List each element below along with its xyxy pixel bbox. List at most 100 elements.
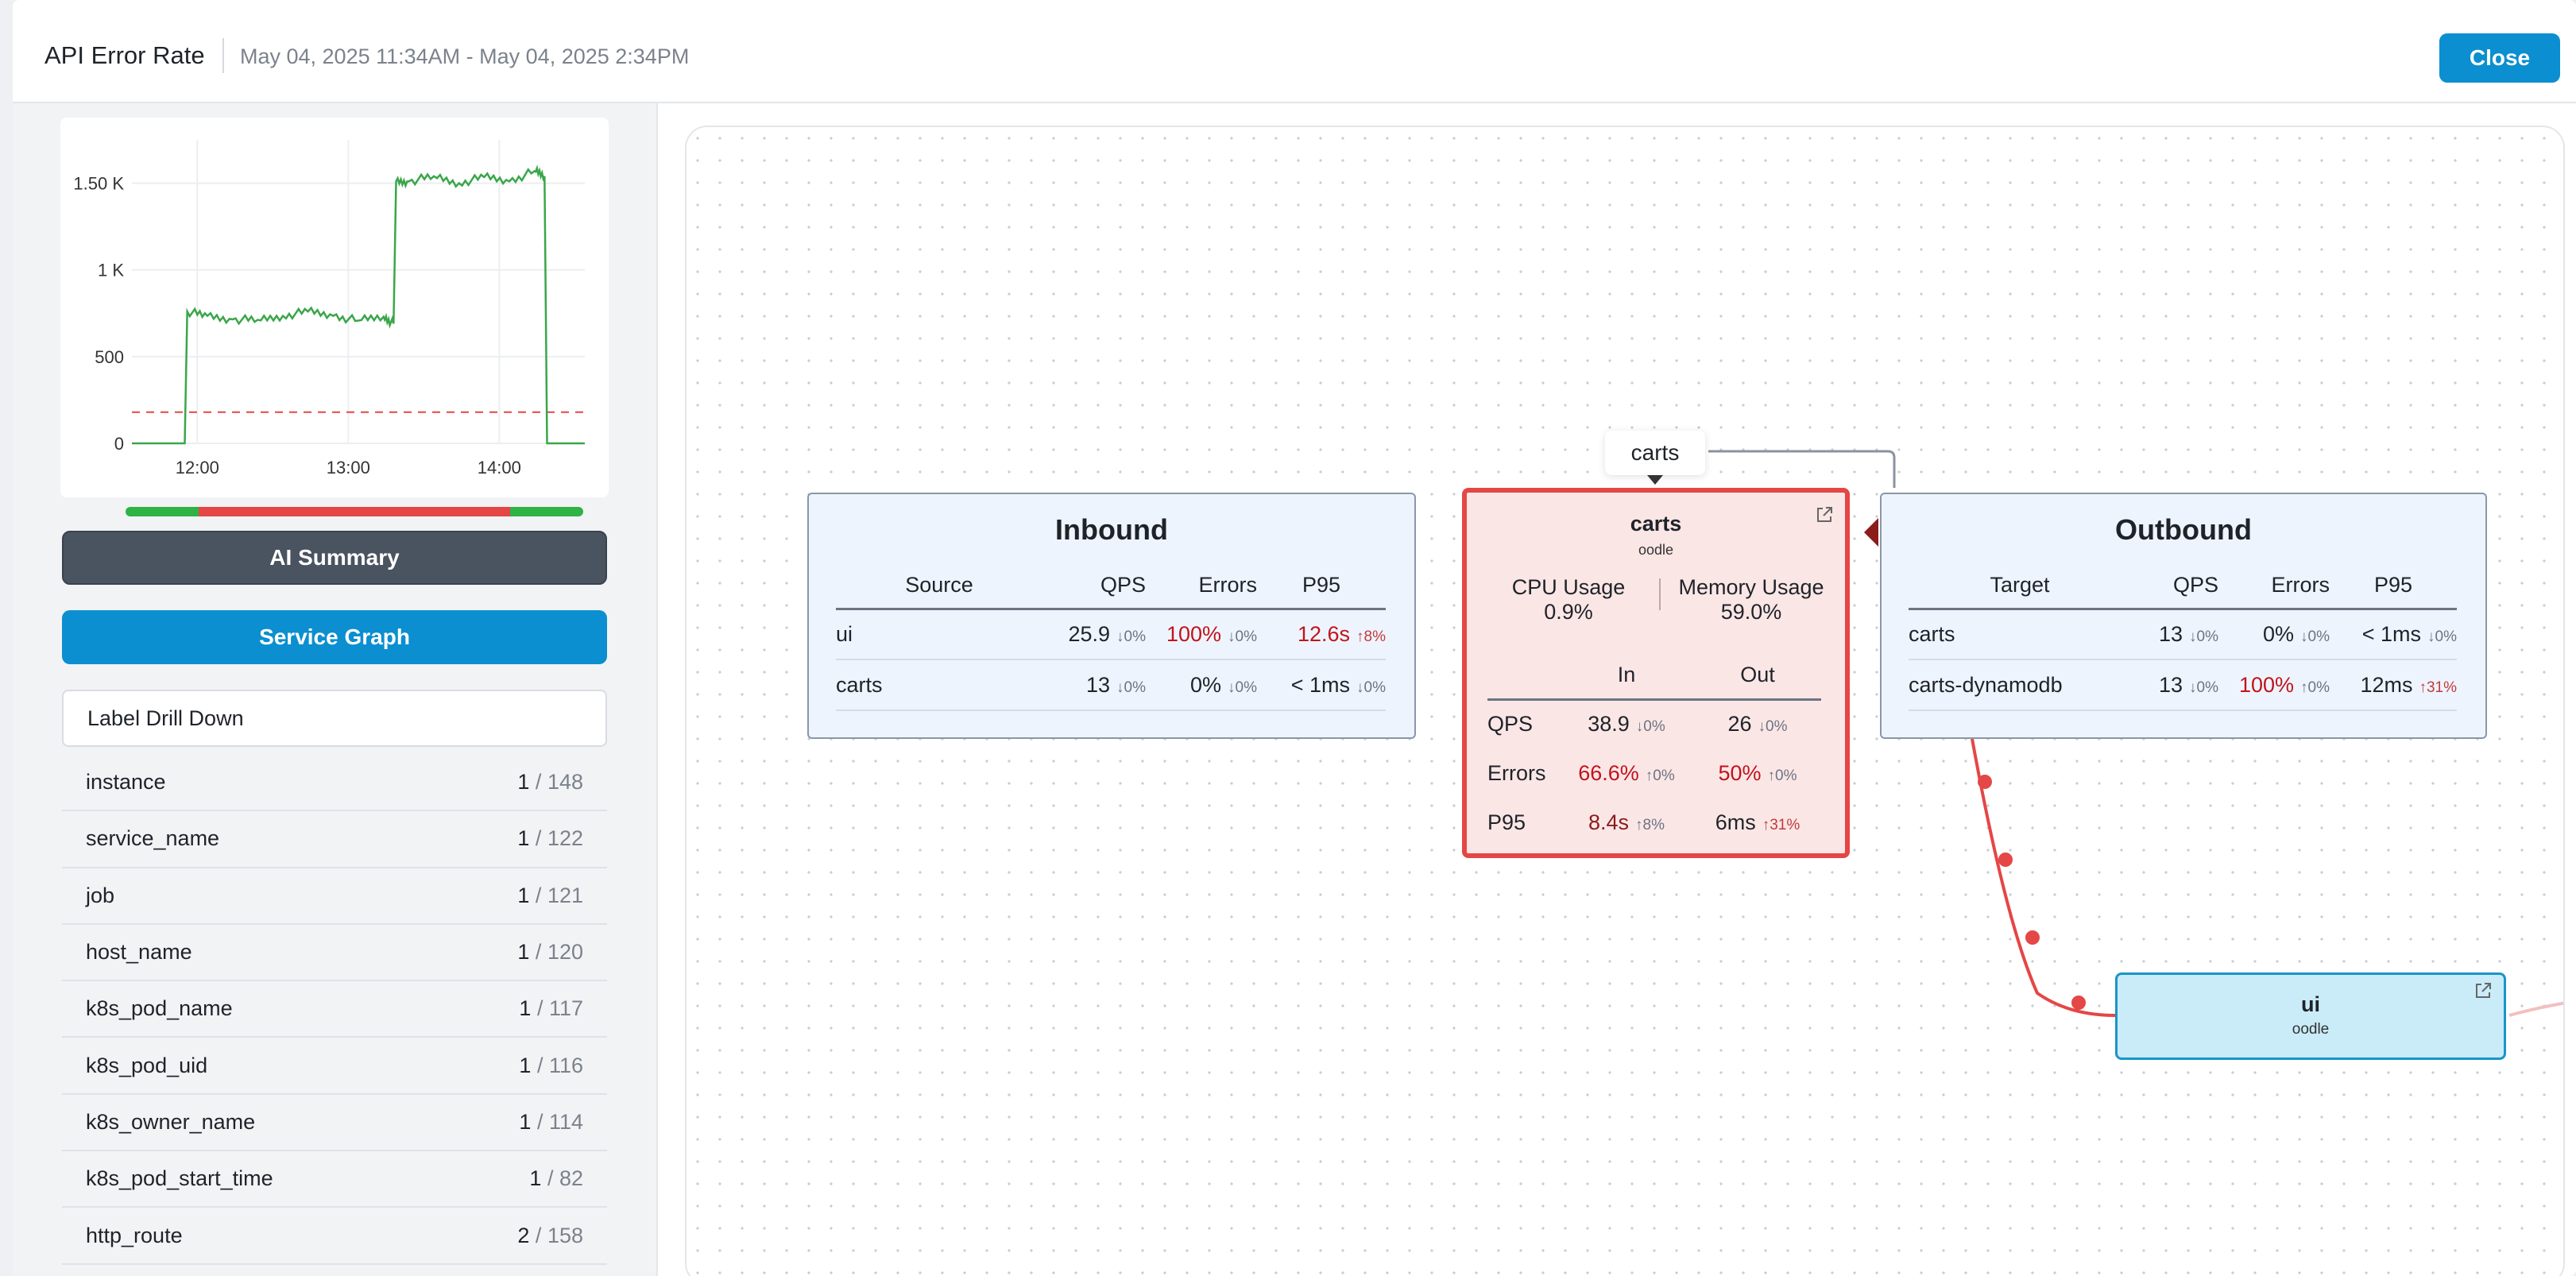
errors-value: 0%	[2263, 621, 2295, 646]
inbound-title: Inbound	[1055, 513, 1168, 546]
label-count-selected: 1	[519, 1109, 532, 1134]
edge-dot	[1978, 775, 1992, 789]
cell-metric: QPS	[1487, 712, 1534, 737]
label-count: 1 / 82	[529, 1166, 583, 1191]
date-range: May 04, 2025 11:34AM - May 04, 2025 2:34…	[240, 44, 690, 68]
cpu-label: CPU Usage	[1511, 575, 1626, 599]
p95-value: < 1ms	[2361, 621, 2422, 646]
cpu-value: 0.9%	[1544, 600, 1593, 624]
qps-value: 25.9	[1068, 621, 1111, 646]
in-value: 38.9	[1588, 712, 1630, 737]
external-link-icon[interactable]	[2474, 981, 2493, 1000]
label-name: k8s_pod_name	[86, 996, 233, 1021]
cell-in: 38.9 ↓0%	[1559, 699, 1694, 748]
label-row[interactable]: k8s_pod_start_time 1 / 82	[62, 1151, 607, 1208]
service-graph-button[interactable]: Service Graph	[62, 610, 607, 664]
label-count-total: 82	[559, 1166, 583, 1191]
table-row: Errors 66.6% ↑0% 50% ↑0%	[1487, 748, 1821, 798]
cell-name: ui	[836, 609, 1042, 660]
label-row[interactable]: job 1 / 121	[62, 868, 607, 925]
label-count-selected: 1	[517, 826, 530, 851]
label-name: http_route	[86, 1223, 183, 1247]
qps-value: 13	[2158, 672, 2183, 697]
out-value: 6ms	[1715, 810, 1756, 834]
p95-value: 12.6s	[1297, 621, 1351, 646]
label-count: 1 / 148	[517, 770, 583, 795]
x-tick-label: 12:00	[176, 458, 219, 478]
table-row[interactable]: carts 13 ↓0% 0% ↓0% < 1ms ↓0%	[836, 659, 1386, 711]
cell-qps: 13 ↓0%	[1042, 659, 1146, 711]
edge-offscreen	[2508, 1001, 2563, 1017]
label-name: service_name	[86, 826, 220, 851]
label-row[interactable]: service_name 1 / 122	[62, 811, 607, 868]
label-row[interactable]: http_route 2 / 158	[62, 1208, 607, 1265]
ai-summary-button[interactable]: AI Summary	[62, 531, 607, 585]
col-qps: QPS	[2131, 563, 2218, 610]
in-value: 8.4s	[1588, 810, 1630, 834]
in-value: 66.6%	[1578, 760, 1639, 785]
out-value: 50%	[1718, 760, 1762, 785]
col-errors: Errors	[2218, 563, 2330, 610]
cell-out: 6ms ↑31%	[1694, 798, 1821, 847]
label-drill-down-header: Label Drill Down	[62, 690, 607, 747]
external-link-icon[interactable]	[1815, 505, 1834, 524]
label-count-sep: /	[531, 1053, 549, 1077]
cell-errors: 100% ↑0%	[2218, 659, 2330, 711]
label-count-selected: 1	[517, 940, 530, 965]
close-button[interactable]: Close	[2439, 33, 2560, 83]
errors-delta: ↓0%	[1228, 679, 1257, 696]
label-name: host_name	[86, 940, 192, 965]
cell-in: 8.4s ↑8%	[1559, 798, 1694, 847]
title-divider	[222, 38, 224, 73]
inbound-panel: Inbound Source QPS Errors P95 ui 25.9 ↓0% 1…	[807, 493, 1416, 739]
col-errors: Errors	[1146, 563, 1257, 610]
qps-delta: ↓0%	[2189, 628, 2218, 645]
ui-service-node[interactable]: ui oodle	[2115, 972, 2506, 1060]
label-name: instance	[86, 770, 166, 795]
label-count-total: 117	[548, 996, 583, 1021]
col-in: In	[1559, 652, 1694, 701]
page-title: API Error Rate	[44, 41, 205, 69]
status-timeline-bar[interactable]	[126, 507, 583, 516]
cell-metric: P95	[1487, 810, 1526, 834]
p95-value: 12ms	[2360, 672, 2413, 697]
label-name: k8s_owner_name	[86, 1109, 256, 1134]
label-row[interactable]: k8s_pod_uid 1 / 116	[62, 1038, 607, 1095]
table-row[interactable]: ui 25.9 ↓0% 100% ↓0% 12.6s ↑8%	[836, 609, 1386, 660]
p95-delta: ↑8%	[1356, 628, 1386, 645]
label-list: instance 1 / 148 service_name 1 / 122 job 1 /…	[62, 755, 607, 1265]
in-delta: ↓0%	[1635, 718, 1665, 736]
label-row[interactable]: k8s_pod_name 1 / 117	[62, 981, 607, 1038]
service-graph-canvas[interactable]: carts Inbound Source QPS Errors P95 ui 25…	[685, 126, 2565, 1276]
label-count-selected: 1	[519, 996, 532, 1021]
series-line	[132, 164, 585, 445]
cell-name: carts	[836, 659, 1042, 711]
cell-p95: < 1ms ↓0%	[1257, 659, 1386, 711]
out-value: 26	[1727, 712, 1752, 737]
table-row[interactable]: carts-dynamodb 13 ↓0% 100% ↑0% 12ms ↑31%	[1909, 659, 2457, 711]
y-tick-label: 500	[95, 347, 124, 367]
edge-arrow-into-carts	[1864, 518, 1878, 547]
carts-service-node[interactable]: carts oodle CPU Usage 0.9% Memory Usage …	[1462, 488, 1850, 858]
node-name: ui	[2301, 992, 2320, 1016]
outbound-table: Target QPS Errors P95 carts 13 ↓0% 0% ↓0% < 1…	[1909, 563, 2457, 711]
edge-carts-self	[1708, 450, 1896, 488]
label-row[interactable]: instance 1 / 148	[62, 755, 607, 812]
label-count-total: 114	[548, 1109, 583, 1134]
in-delta: ↑0%	[1645, 767, 1675, 784]
label-count-sep: /	[529, 826, 547, 851]
y-tick-label: 0	[114, 434, 124, 454]
label-count: 1 / 120	[517, 940, 583, 965]
table-row[interactable]: carts 13 ↓0% 0% ↓0% < 1ms ↓0%	[1909, 609, 2457, 660]
label-row[interactable]: host_name 1 / 120	[62, 925, 607, 982]
label-count-sep: /	[541, 1166, 559, 1191]
errors-value: 0%	[1190, 672, 1222, 697]
qps-delta: ↓0%	[2189, 679, 2218, 696]
error-rate-chart: 1.50 K 1 K 500 0 12:00 13:00 14:00	[60, 118, 609, 497]
label-count: 1 / 117	[519, 996, 583, 1021]
label-row[interactable]: k8s_owner_name 1 / 114	[62, 1095, 607, 1152]
p95-delta: ↓0%	[2427, 628, 2457, 645]
p95-delta: ↑31%	[2419, 679, 2457, 696]
cell-errors: 0% ↓0%	[1146, 659, 1257, 711]
label-count-selected: 1	[517, 770, 530, 795]
